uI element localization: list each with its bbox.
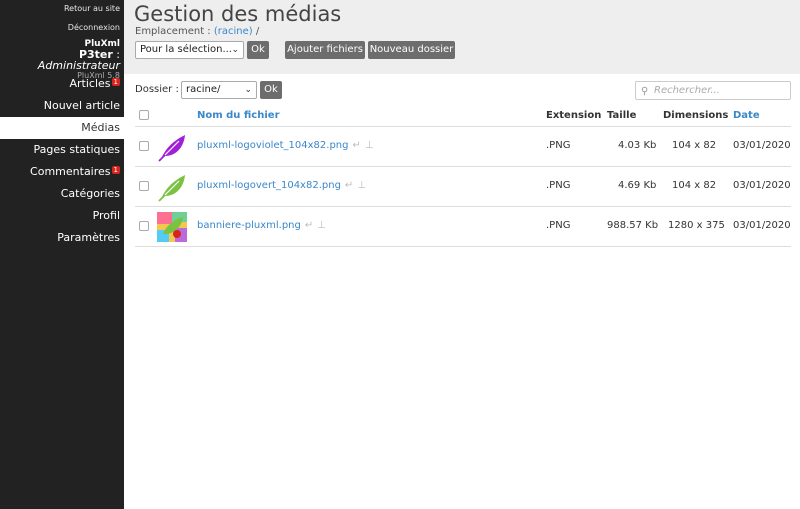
bulk-action-value: Pour la sélection... (140, 44, 232, 55)
add-files-button[interactable]: Ajouter fichiers (285, 41, 365, 59)
col-dimensions: Dimensions (663, 110, 729, 121)
sidebar-item-media[interactable]: Médias (0, 117, 124, 139)
thumbnail-banner[interactable] (157, 212, 187, 242)
table-header: Nom du fichier Extension Taille Dimensio… (135, 106, 791, 127)
row-checkbox[interactable] (139, 141, 149, 151)
rename-icon[interactable]: ↵ (305, 220, 313, 231)
sidebar-item-label: Nouvel article (43, 99, 120, 112)
table-row: pluxml-logovert_104x82.png ↵ ⊥ .PNG 4.69 K… (135, 167, 791, 207)
file-date: 03/01/2020 (733, 220, 791, 231)
file-extension: .PNG (546, 180, 571, 191)
sidebar-item-label: Catégories (60, 187, 120, 200)
user-line: P3ter : Administrateur (0, 49, 120, 71)
sidebar-item-profile[interactable]: Profil (0, 205, 124, 227)
file-name: pluxml-logovert_104x82.png (197, 180, 341, 191)
location-root-link[interactable]: (racine) (214, 26, 253, 37)
file-dimensions: 1280 x 375 (668, 220, 725, 231)
file-name: pluxml-logoviolet_104x82.png (197, 140, 349, 151)
sidebar-item-label: Profil (92, 209, 120, 222)
back-to-site-link[interactable]: Retour au site (0, 0, 124, 18)
sidebar-item-categories[interactable]: Catégories (0, 183, 124, 205)
comments-count-badge: 1 (111, 166, 120, 174)
folder-ok-button[interactable]: Ok (260, 81, 282, 99)
location-label: Emplacement : (135, 26, 214, 37)
row-checkbox[interactable] (139, 221, 149, 231)
sidebar-item-articles[interactable]: Articles 1 (0, 73, 124, 95)
col-size: Taille (607, 110, 637, 121)
file-name-link[interactable]: pluxml-logovert_104x82.png ↵ ⊥ (197, 180, 366, 191)
file-name-link[interactable]: banniere-pluxml.png ↵ ⊥ (197, 220, 326, 231)
bulk-action-select[interactable]: Pour la sélection... ⌄ (135, 41, 244, 59)
sidebar-menu: Articles 1 Nouvel article Médias Pages st… (0, 73, 124, 249)
sidebar-item-static-pages[interactable]: Pages statiques (0, 139, 124, 161)
chevron-down-icon: ⌄ (231, 45, 239, 55)
table-row: banniere-pluxml.png ↵ ⊥ .PNG 988.57 Kb 128… (135, 207, 791, 247)
sidebar-item-label: Commentaires (30, 165, 111, 178)
sidebar-item-new-article[interactable]: Nouvel article (0, 95, 124, 117)
table-row: pluxml-logoviolet_104x82.png ↵ ⊥ .PNG 4.03… (135, 127, 791, 167)
file-date: 03/01/2020 (733, 140, 791, 151)
page-title: Gestion des médias (134, 2, 342, 26)
download-icon[interactable]: ⊥ (357, 180, 366, 191)
file-dimensions: 104 x 82 (672, 140, 717, 151)
folder-select[interactable]: racine/ ⌄ (181, 81, 257, 99)
sidebar-item-label: Médias (81, 121, 120, 134)
thumbnail-leaf-violet[interactable] (157, 132, 187, 162)
rename-icon[interactable]: ↵ (345, 180, 353, 191)
sidebar-item-comments[interactable]: Commentaires 1 (0, 161, 124, 183)
row-checkbox[interactable] (139, 181, 149, 191)
select-all-checkbox[interactable] (139, 110, 149, 120)
logout-link[interactable]: Déconnexion (0, 18, 124, 37)
col-date[interactable]: Date (733, 110, 760, 121)
sidebar-item-label: Pages statiques (33, 143, 120, 156)
file-name-link[interactable]: pluxml-logoviolet_104x82.png ↵ ⊥ (197, 140, 374, 151)
articles-count-badge: 1 (111, 78, 120, 86)
file-extension: .PNG (546, 140, 571, 151)
rename-icon[interactable]: ↵ (352, 140, 360, 151)
search-input[interactable]: ⚲ Rechercher... (635, 81, 791, 100)
file-size: 4.03 Kb (618, 140, 657, 151)
media-main: Dossier : racine/ ⌄ Ok ⚲ Rechercher... Nom… (124, 74, 800, 509)
sidebar-item-label: Paramètres (57, 231, 120, 244)
sidebar-item-settings[interactable]: Paramètres (0, 227, 124, 249)
file-date: 03/01/2020 (733, 180, 791, 191)
folder-value: racine/ (186, 84, 221, 95)
sidebar: Retour au site Déconnexion PluXml P3ter … (0, 0, 124, 509)
new-folder-button[interactable]: Nouveau dossier (368, 41, 455, 59)
search-icon: ⚲ (641, 86, 649, 97)
file-size: 4.69 Kb (618, 180, 657, 191)
file-dimensions: 104 x 82 (672, 180, 717, 191)
chevron-down-icon: ⌄ (244, 85, 252, 95)
breadcrumb: Emplacement : (racine) / (135, 26, 259, 37)
page-header: Gestion des médias Emplacement : (racine… (124, 0, 800, 74)
col-extension: Extension (546, 110, 602, 121)
download-icon[interactable]: ⊥ (365, 140, 374, 151)
file-size: 988.57 Kb (607, 220, 659, 231)
download-icon[interactable]: ⊥ (317, 220, 326, 231)
file-extension: .PNG (546, 220, 571, 231)
sidebar-item-label: Articles (69, 77, 111, 90)
location-suffix: / (252, 26, 260, 37)
thumbnail-leaf-green[interactable] (157, 172, 187, 202)
folder-label: Dossier : (135, 84, 179, 95)
media-table: Nom du fichier Extension Taille Dimensio… (135, 106, 791, 247)
bulk-ok-button[interactable]: Ok (247, 41, 269, 59)
search-placeholder: Rechercher... (654, 85, 720, 96)
file-name: banniere-pluxml.png (197, 220, 301, 231)
col-filename[interactable]: Nom du fichier (197, 110, 280, 121)
